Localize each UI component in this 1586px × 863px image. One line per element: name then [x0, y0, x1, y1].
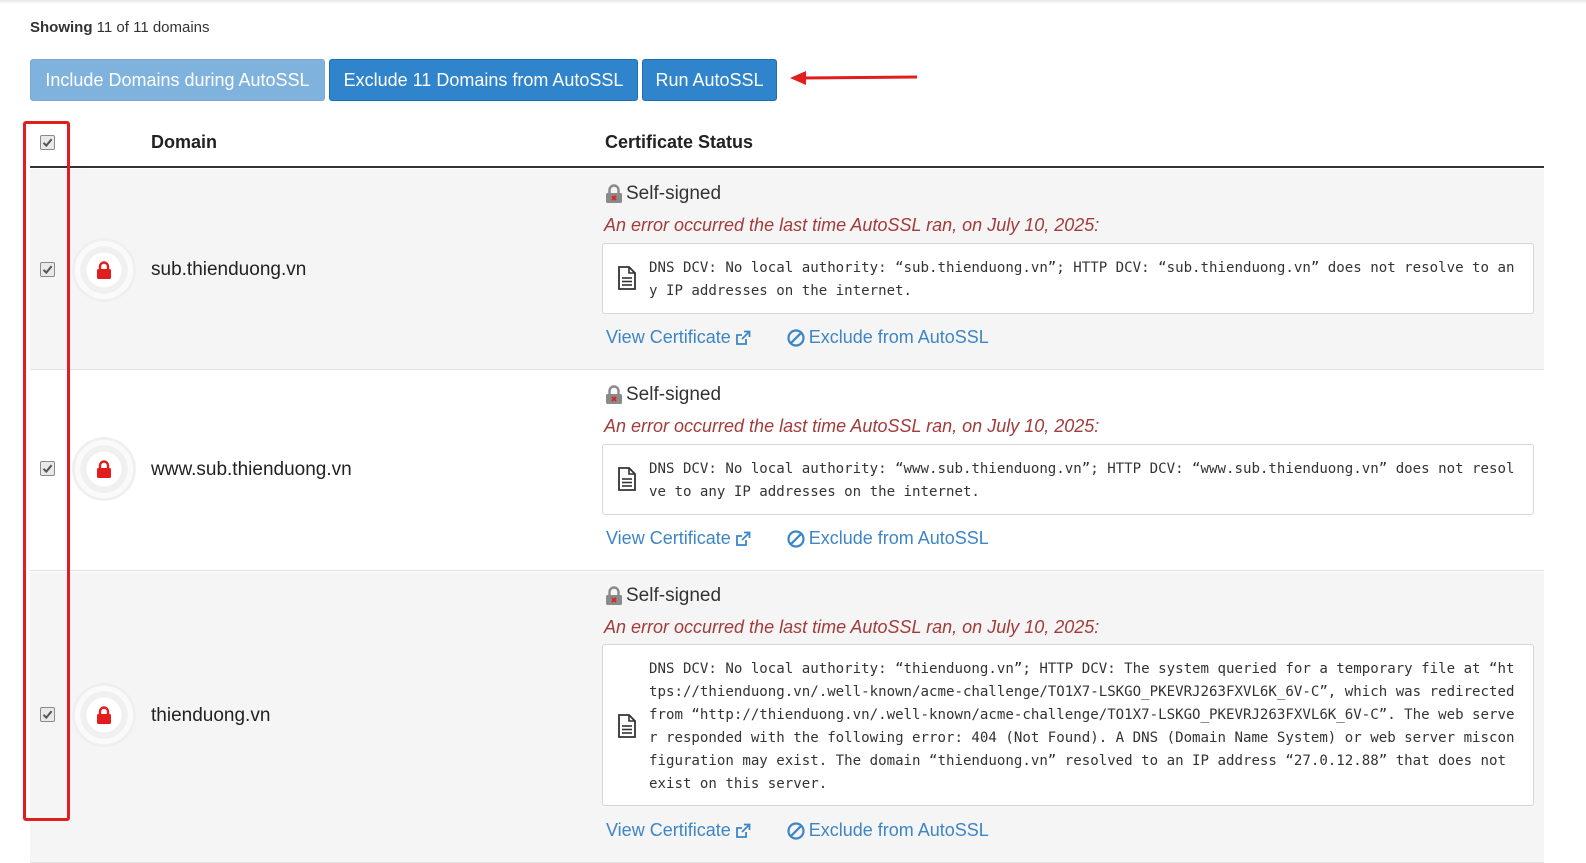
- row-actions: View Certificate Exclude from AutoSSL: [606, 820, 989, 841]
- table-row: sub.thienduong.vn Self-signed An error o…: [30, 169, 1544, 370]
- status-line: Self-signed: [605, 183, 721, 205]
- table-header: Domain Certificate Status: [30, 118, 1544, 168]
- external-link-icon: [735, 823, 751, 838]
- top-shadow: [0, 0, 1586, 4]
- table-row: www.sub.thienduong.vn Self-signed An err…: [30, 371, 1544, 571]
- annotation-arrow: [790, 71, 918, 85]
- view-certificate-label: View Certificate: [606, 528, 731, 548]
- document-icon: [618, 467, 636, 491]
- exclude-from-autossl-link[interactable]: Exclude from AutoSSL: [787, 327, 989, 348]
- domain-column-header[interactable]: Domain: [151, 132, 217, 153]
- showing-count: 11 of 11 domains: [96, 19, 210, 36]
- error-detail: DNS DCV: No local authority: “sub.thiend…: [649, 260, 1515, 299]
- domain-name: sub.thienduong.vn: [151, 259, 307, 280]
- document-icon: [618, 714, 636, 738]
- error-box: DNS DCV: No local authority: “thienduong…: [602, 644, 1534, 806]
- ban-icon: [787, 821, 805, 840]
- view-certificate-link[interactable]: View Certificate: [606, 820, 751, 841]
- include-domains-button[interactable]: Include Domains during AutoSSL: [30, 59, 325, 101]
- status-text: Self-signed: [626, 384, 722, 405]
- domain-name: www.sub.thienduong.vn: [151, 459, 352, 480]
- external-link-icon: [735, 531, 751, 546]
- view-certificate-link[interactable]: View Certificate: [606, 327, 751, 348]
- self-signed-lock-icon: [606, 184, 622, 203]
- error-detail: DNS DCV: No local authority: “www.sub.th…: [649, 461, 1515, 500]
- status-text: Self-signed: [626, 585, 722, 606]
- exclude-domains-button[interactable]: Exclude 11 Domains from AutoSSL: [329, 59, 638, 101]
- view-certificate-label: View Certificate: [606, 327, 731, 347]
- status-text: Self-signed: [626, 183, 722, 204]
- table-row: thienduong.vn Self-signed An error occur…: [30, 572, 1544, 863]
- error-box: DNS DCV: No local authority: “sub.thiend…: [602, 243, 1534, 314]
- status-column-header[interactable]: Certificate Status: [605, 132, 753, 153]
- exclude-from-autossl-link[interactable]: Exclude from AutoSSL: [787, 528, 989, 549]
- view-certificate-link[interactable]: View Certificate: [606, 528, 751, 549]
- status-line: Self-signed: [605, 384, 721, 406]
- showing-summary: Showing 11 of 11 domains: [30, 19, 210, 36]
- certificate-state: [72, 238, 136, 302]
- exclude-from-autossl-link[interactable]: Exclude from AutoSSL: [787, 820, 989, 841]
- view-certificate-label: View Certificate: [606, 820, 731, 840]
- document-icon: [618, 266, 636, 290]
- error-box: DNS DCV: No local authority: “www.sub.th…: [602, 444, 1534, 515]
- lock-icon: [97, 460, 111, 478]
- error-heading: An error occurred the last time AutoSSL …: [604, 617, 1100, 637]
- status-line: Self-signed: [605, 585, 721, 607]
- lock-icon: [97, 261, 111, 279]
- row-actions: View Certificate Exclude from AutoSSL: [606, 327, 989, 348]
- certificate-state: [72, 437, 136, 501]
- external-link-icon: [735, 330, 751, 345]
- self-signed-lock-icon: [606, 586, 622, 605]
- showing-label: Showing: [30, 19, 93, 36]
- certificate-state: [72, 683, 136, 747]
- error-heading: An error occurred the last time AutoSSL …: [604, 416, 1100, 436]
- run-autossl-button[interactable]: Run AutoSSL: [642, 59, 777, 101]
- annotation-highlight-box: [23, 121, 70, 821]
- exclude-from-autossl-label: Exclude from AutoSSL: [808, 528, 989, 548]
- exclude-from-autossl-label: Exclude from AutoSSL: [808, 820, 989, 840]
- error-detail: DNS DCV: No local authority: “thienduong…: [649, 661, 1515, 792]
- row-actions: View Certificate Exclude from AutoSSL: [606, 528, 989, 549]
- exclude-from-autossl-label: Exclude from AutoSSL: [808, 327, 989, 347]
- domain-name: thienduong.vn: [151, 705, 271, 726]
- lock-icon: [97, 706, 111, 724]
- self-signed-lock-icon: [606, 385, 622, 404]
- ban-icon: [787, 529, 805, 548]
- error-heading: An error occurred the last time AutoSSL …: [604, 215, 1100, 235]
- ban-icon: [787, 328, 805, 347]
